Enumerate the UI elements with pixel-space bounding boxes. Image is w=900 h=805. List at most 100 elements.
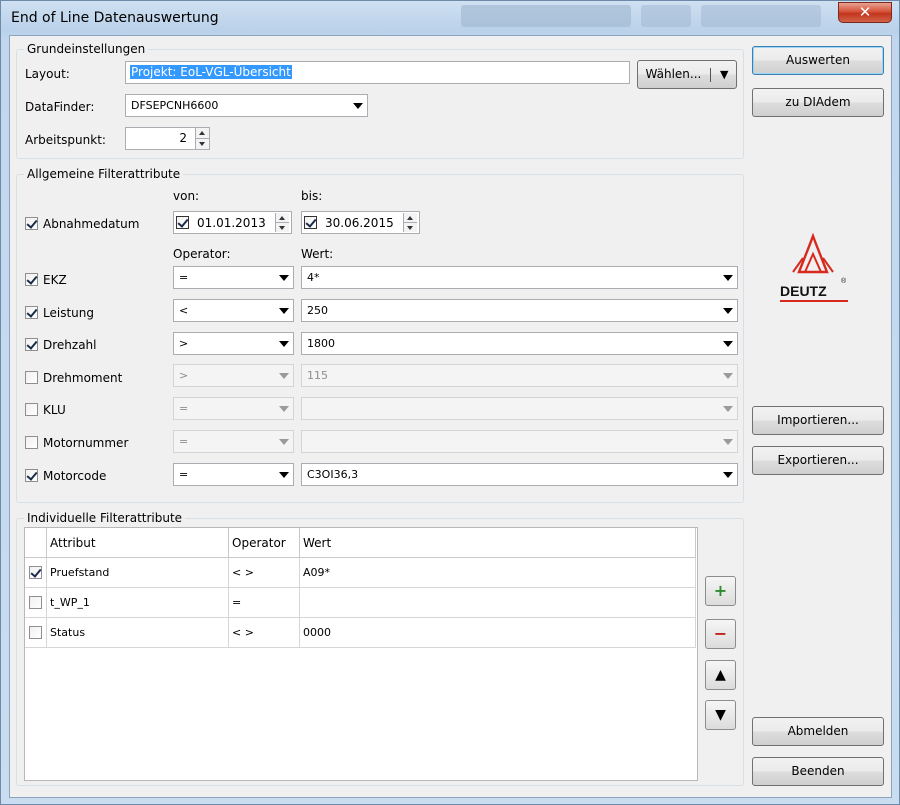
logo-registered-mark: ® — [841, 277, 847, 285]
move-up-button[interactable]: ▲ — [705, 660, 736, 690]
chevron-down-icon — [723, 439, 733, 445]
wert-select-ekz[interactable]: 4* — [301, 266, 738, 289]
move-down-button[interactable]: ▼ — [705, 700, 736, 730]
table-cell-attribut[interactable]: t_WP_1 — [47, 588, 229, 618]
table-cell-attribut[interactable]: Pruefstand — [47, 558, 229, 588]
operator-value: > — [179, 337, 189, 350]
operator-label: Operator: — [173, 247, 231, 261]
row-checkbox[interactable] — [29, 566, 42, 579]
group-title: Grundeinstellungen — [24, 42, 149, 56]
spin-down-button[interactable] — [276, 223, 289, 233]
filter-checkbox-drehzahl[interactable] — [25, 338, 38, 351]
chevron-down-icon — [279, 308, 289, 314]
waehlen-button[interactable]: Wählen... ▼ — [637, 60, 737, 89]
table-cell-operator[interactable]: = — [229, 588, 300, 618]
filter-checkbox-leistung[interactable] — [25, 306, 38, 319]
filter-checkbox-motornummer[interactable] — [25, 436, 38, 449]
grid-header-attribut[interactable]: Attribut — [47, 528, 229, 558]
filter-checkbox-motorcode[interactable] — [25, 469, 38, 482]
exportieren-button[interactable]: Exportieren... — [752, 446, 884, 475]
importieren-button[interactable]: Importieren... — [752, 406, 884, 435]
chevron-down-icon — [723, 472, 733, 478]
filter-label-ekz: EKZ — [43, 273, 67, 287]
title-bar: End of Line Datenauswertung ✕ — [1, 1, 899, 35]
remove-row-button[interactable]: − — [705, 619, 736, 649]
von-date-checkbox[interactable] — [176, 216, 189, 229]
datafinder-value: DFSEPCNH6600 — [131, 99, 219, 112]
chevron-down-icon — [723, 406, 733, 412]
row-checkbox[interactable] — [29, 626, 42, 639]
table-cell-wert[interactable]: A09* — [300, 558, 696, 588]
arbeitspunkt-spinner[interactable] — [195, 128, 209, 149]
filter-checkbox-klu[interactable] — [25, 403, 38, 416]
chevron-down-icon — [279, 406, 289, 412]
wert-select-klu — [301, 397, 738, 420]
operator-select-motornummer: = — [173, 430, 294, 453]
spin-up-button[interactable] — [404, 213, 417, 223]
table-cell-wert[interactable] — [300, 588, 696, 618]
abnahmedatum-checkbox[interactable] — [25, 217, 38, 230]
spin-up-button[interactable] — [276, 213, 289, 223]
split-divider — [710, 67, 712, 82]
layout-value: Projekt: EoL-VGL-Übersicht — [130, 65, 292, 79]
wert-select-drehzahl[interactable]: 1800 — [301, 332, 738, 355]
group-title: Individuelle Filterattribute — [24, 511, 186, 525]
close-button[interactable]: ✕ — [838, 2, 892, 23]
table-row-checkcell — [25, 558, 47, 588]
bis-date-value: 30.06.2015 — [325, 216, 394, 230]
wert-select-drehmoment: 115 — [301, 364, 738, 387]
grid-header-wert[interactable]: Wert — [300, 528, 696, 558]
bis-date-spinner[interactable] — [403, 213, 417, 232]
main-window: End of Line Datenauswertung ✕ Grundeinst… — [0, 0, 900, 805]
chevron-down-icon[interactable]: ▼ — [720, 68, 728, 81]
taskbar-shadow — [641, 5, 691, 27]
filter-label-motorcode: Motorcode — [43, 469, 107, 483]
operator-select-drehmoment: > — [173, 364, 294, 387]
datafinder-select[interactable]: DFSEPCNH6600 — [125, 94, 368, 117]
wert-select-leistung[interactable]: 250 — [301, 299, 738, 322]
von-date-picker[interactable]: 01.01.2013 — [173, 211, 292, 234]
taskbar-shadow — [701, 5, 821, 27]
operator-select-leistung[interactable]: < — [173, 299, 294, 322]
spin-down-button[interactable] — [404, 223, 417, 233]
table-cell-wert[interactable]: 0000 — [300, 618, 696, 648]
bis-date-picker[interactable]: 30.06.2015 — [301, 211, 420, 234]
wert-label: Wert: — [301, 247, 334, 261]
wert-value: 115 — [307, 369, 328, 382]
wert-select-motorcode[interactable]: C3OI36,3 — [301, 463, 738, 486]
von-date-spinner[interactable] — [275, 213, 289, 232]
grid-header-select — [25, 528, 47, 558]
auswerten-button[interactable]: Auswerten — [752, 46, 884, 75]
filter-label-motornummer: Motornummer — [43, 436, 129, 450]
bis-date-checkbox[interactable] — [304, 216, 317, 229]
deutz-logo: DEUTZ ® — [780, 232, 848, 302]
logo-text: DEUTZ — [780, 283, 827, 299]
table-cell-attribut[interactable]: Status — [47, 618, 229, 648]
spin-up-button[interactable] — [196, 128, 209, 139]
table-cell-operator[interactable]: < > — [229, 618, 300, 648]
filter-label-drehmoment: Drehmoment — [43, 371, 123, 385]
operator-select-drehzahl[interactable]: > — [173, 332, 294, 355]
wert-value: C3OI36,3 — [307, 468, 359, 481]
filter-checkbox-ekz[interactable] — [25, 273, 38, 286]
zu-diadem-button[interactable]: zu DIAdem — [752, 88, 884, 117]
layout-label: Layout: — [25, 67, 70, 81]
waehlen-label: Wählen... — [645, 67, 702, 81]
von-date-value: 01.01.2013 — [197, 216, 266, 230]
operator-select-klu: = — [173, 397, 294, 420]
spin-down-button[interactable] — [196, 139, 209, 150]
add-row-button[interactable]: + — [705, 576, 736, 606]
grid-header-operator[interactable]: Operator — [229, 528, 300, 558]
operator-select-motorcode[interactable]: = — [173, 463, 294, 486]
chevron-down-icon — [279, 341, 289, 347]
row-checkbox[interactable] — [29, 596, 42, 609]
group-title: Allgemeine Filterattribute — [24, 167, 184, 181]
operator-select-ekz[interactable]: = — [173, 266, 294, 289]
arbeitspunkt-value: 2 — [179, 131, 187, 145]
abmelden-button[interactable]: Abmelden — [752, 717, 884, 746]
table-cell-operator[interactable]: < > — [229, 558, 300, 588]
layout-field[interactable]: Projekt: EoL-VGL-Übersicht — [125, 61, 630, 84]
beenden-button[interactable]: Beenden — [752, 757, 884, 786]
filter-checkbox-drehmoment[interactable] — [25, 371, 38, 384]
operator-value: = — [179, 402, 189, 415]
